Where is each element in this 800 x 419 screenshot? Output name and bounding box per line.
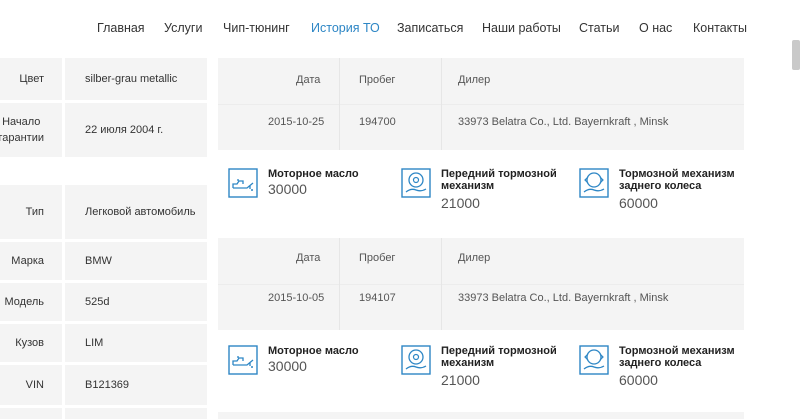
car-info-row-warranty: Начало гарантии 22 июля 2004 г. [0,103,207,157]
car-info-label: Марка [0,242,62,280]
column-dealer: Дилер [458,252,491,264]
car-info-value [65,160,207,182]
car-info-row-next [0,408,207,419]
car-info-value: 22 июля 2004 г. [65,103,207,157]
car-info-label [0,408,62,419]
car-info-label: VIN [0,365,62,405]
service-item-name: Тормозной механизм заднего колеса [619,168,735,192]
service-items: Моторное масло 30000 Передний тормозной … [218,330,744,418]
record-dealer: 33973 Belatra Co., Ltd. Bayernkraft , Mi… [458,116,669,128]
record-date: 2015-10-25 [268,116,325,128]
service-item-interval: 21000 [441,195,480,211]
service-item-name: Тормозной механизм заднего колеса [619,345,735,369]
column-dealer: Дилер [458,74,491,86]
column-mileage: Пробег [359,74,396,86]
record-dealer: 33973 Belatra Co., Ltd. Bayernkraft , Mi… [458,292,669,304]
record-mileage: 194107 [359,292,396,304]
column-date: Дата [296,74,321,86]
column-date: Дата [296,252,321,264]
page-scrollbar[interactable] [792,40,800,70]
service-item-interval: 30000 [268,181,307,197]
divider [441,58,442,150]
car-info-row-blank [0,160,207,182]
divider [339,58,340,150]
car-info-value: Легковой автомобиль [65,185,207,239]
divider [339,238,340,330]
nav-item-contacts[interactable]: Контакты [693,21,747,35]
front-brake-icon [401,168,431,198]
car-info-table: Цвет silber-grau metallic Начало гаранти… [0,58,207,419]
car-info-row-make: Марка BMW [0,242,207,280]
nav-item-service-history[interactable]: История ТО [311,21,380,35]
oil-can-icon [228,345,258,375]
car-info-label: Модель [0,283,62,321]
car-info-label [0,160,62,182]
service-item-name: Моторное масло [268,345,359,357]
service-items: Моторное масло 30000 Передний тормозной … [218,150,744,238]
car-info-value: BMW [65,242,207,280]
service-item-interval: 60000 [619,372,658,388]
record-mileage: 194700 [359,116,396,128]
car-info-row-model: Модель 525d [0,283,207,321]
car-info-label: Тип [0,185,62,239]
rear-brake-icon [579,345,609,375]
divider [441,238,442,330]
car-info-row-body: Кузов LIM [0,324,207,362]
nav-item-articles[interactable]: Статьи [579,21,620,35]
nav-item-our-works[interactable]: Наши работы [482,21,561,35]
service-item-interval: 30000 [268,358,307,374]
service-item-interval: 21000 [441,372,480,388]
divider [218,104,744,105]
car-info-value: 525d [65,283,207,321]
car-info-value: LIM [65,324,207,362]
record-date: 2015-10-05 [268,292,325,304]
service-record-header: Дата Пробег Дилер 2015-10-25 194700 3397… [218,58,744,150]
service-item-interval: 60000 [619,195,658,211]
nav-item-about[interactable]: О нас [639,21,672,35]
front-brake-icon [401,345,431,375]
nav-item-chip-tuning[interactable]: Чип-тюнинг [223,21,290,35]
car-info-label: Кузов [0,324,62,362]
oil-can-icon [228,168,258,198]
nav-item-services[interactable]: Услуги [164,21,202,35]
service-item-name: Передний тормозной механизм [441,345,557,369]
service-item-name: Передний тормозной механизм [441,168,557,192]
car-info-value [65,408,207,419]
next-record-strip [218,412,744,419]
service-history: Дата Пробег Дилер 2015-10-25 194700 3397… [218,58,744,419]
car-info-value: silber-grau metallic [65,58,207,100]
main-nav: Главная Услуги Чип-тюнинг История ТО Зап… [0,0,800,58]
car-info-value: B121369 [65,365,207,405]
rear-brake-icon [579,168,609,198]
car-info-row-type: Тип Легковой автомобиль [0,185,207,239]
car-info-label: Цвет [0,58,62,100]
car-info-label: Начало гарантии [0,103,62,157]
nav-item-booking[interactable]: Записаться [397,21,463,35]
nav-item-home[interactable]: Главная [97,21,145,35]
car-info-row-color: Цвет silber-grau metallic [0,58,207,100]
column-mileage: Пробег [359,252,396,264]
car-info-row-vin: VIN B121369 [0,365,207,405]
divider [218,284,744,285]
service-item-name: Моторное масло [268,168,359,180]
service-record-header: Дата Пробег Дилер 2015-10-05 194107 3397… [218,238,744,330]
